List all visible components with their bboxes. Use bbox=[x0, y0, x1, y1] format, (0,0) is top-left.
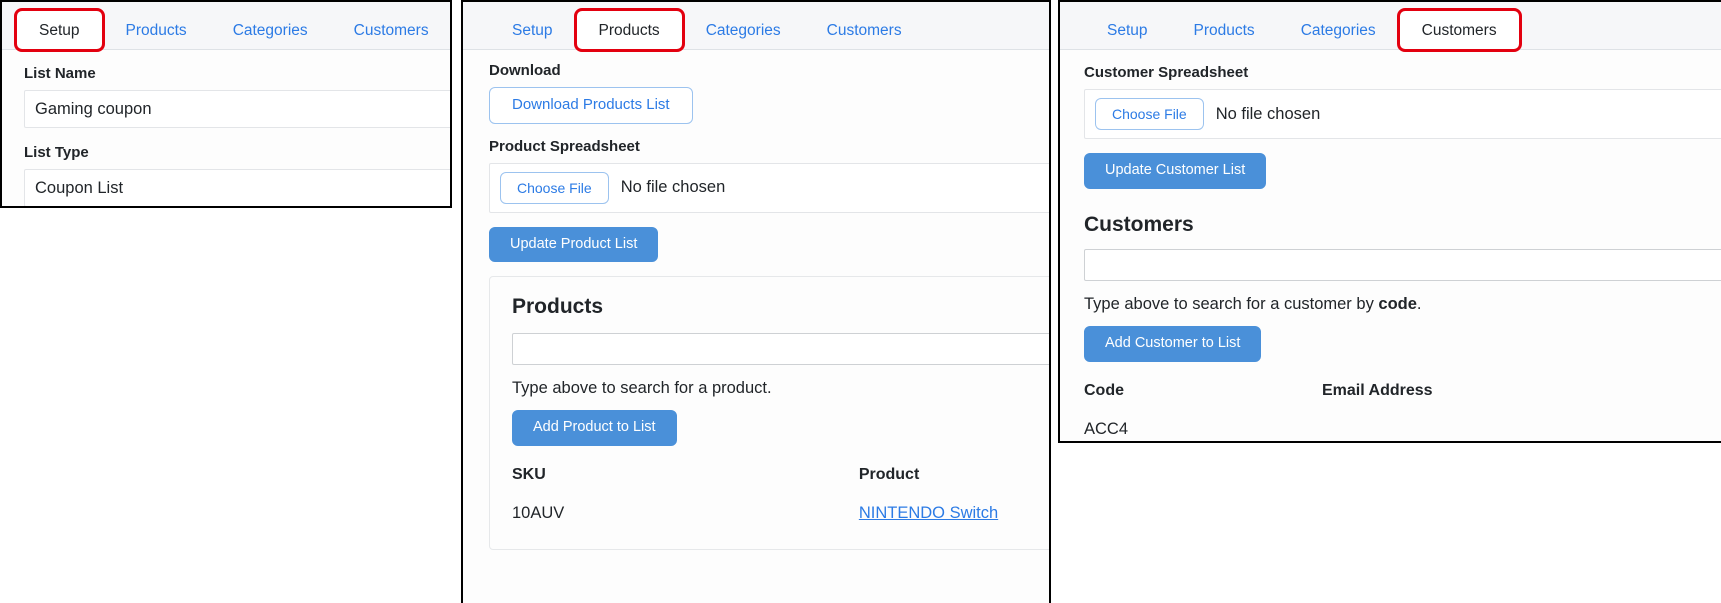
customer-spreadsheet-file-input[interactable]: Choose File No file chosen bbox=[1084, 89, 1721, 139]
product-spreadsheet-label: Product Spreadsheet bbox=[489, 137, 640, 155]
products-table: SKU Product 10AUV NINTENDO Switch bbox=[512, 464, 1049, 527]
column-header-sku: SKU bbox=[512, 466, 546, 484]
tab-customers[interactable]: Customers bbox=[804, 10, 925, 50]
products-card-title: Products bbox=[512, 295, 604, 319]
download-products-list-button[interactable]: Download Products List bbox=[489, 87, 693, 124]
customers-panel-body: Customer Spreadsheet Choose File No file… bbox=[1060, 50, 1721, 441]
table-row: 10AUV NINTENDO Switch bbox=[512, 500, 1049, 527]
column-header-email-address: Email Address bbox=[1322, 381, 1433, 399]
customer-search-hint: Type above to search for a customer by c… bbox=[1084, 295, 1721, 314]
list-name-field[interactable]: Gaming coupon bbox=[24, 90, 450, 128]
table-header-row: Code Email Address bbox=[1084, 380, 1721, 416]
cell-sku: 10AUV bbox=[512, 504, 565, 523]
table-header-row: SKU Product bbox=[512, 464, 1049, 500]
product-link[interactable]: NINTENDO Switch bbox=[859, 504, 998, 522]
hint-suffix: . bbox=[1416, 294, 1422, 313]
product-spreadsheet-file-input[interactable]: Choose File No file chosen bbox=[489, 162, 1049, 213]
table-row: ACC4 bbox=[1084, 416, 1721, 441]
column-header-code: Code bbox=[1084, 381, 1124, 399]
products-panel: Setup Products Categories Customers Down… bbox=[461, 0, 1051, 603]
no-file-chosen-text: No file chosen bbox=[1215, 104, 1321, 123]
customers-panel: Setup Products Categories Customers Cust… bbox=[1058, 0, 1721, 443]
tab-customers[interactable]: Customers bbox=[1396, 8, 1522, 52]
screenshot-stage: Setup Products Categories Customers List… bbox=[0, 0, 1721, 603]
customers-heading: Customers bbox=[1084, 212, 1194, 236]
update-product-list-button[interactable]: Update Product List bbox=[489, 226, 659, 263]
download-label: Download bbox=[489, 62, 561, 79]
column-header-product: Product bbox=[858, 466, 920, 484]
add-product-to-list-button[interactable]: Add Product to List bbox=[512, 410, 677, 447]
tab-categories[interactable]: Categories bbox=[1278, 10, 1399, 50]
update-customer-list-button[interactable]: Update Customer List bbox=[1084, 153, 1267, 189]
tab-categories[interactable]: Categories bbox=[210, 10, 331, 50]
tab-setup[interactable]: Setup bbox=[489, 10, 576, 50]
setup-panel-body: List Name Gaming coupon List Type Coupon… bbox=[2, 50, 450, 206]
tab-categories[interactable]: Categories bbox=[683, 10, 804, 50]
tab-products[interactable]: Products bbox=[573, 8, 685, 52]
setup-tabstrip: Setup Products Categories Customers bbox=[2, 2, 450, 52]
customer-search-input[interactable] bbox=[1084, 248, 1721, 281]
tab-setup[interactable]: Setup bbox=[1084, 10, 1171, 50]
cell-code: ACC4 bbox=[1084, 419, 1129, 438]
tab-products[interactable]: Products bbox=[1171, 10, 1278, 50]
products-panel-body: Download Download Products List Product … bbox=[463, 50, 1049, 603]
hint-prefix: Type above to search for a customer by bbox=[1084, 294, 1379, 313]
customer-spreadsheet-label: Customer Spreadsheet bbox=[1084, 64, 1249, 81]
list-type-label: List Type bbox=[24, 144, 89, 161]
tab-products[interactable]: Products bbox=[103, 10, 210, 50]
products-tabstrip: Setup Products Categories Customers bbox=[463, 2, 1049, 52]
cell-product: NINTENDO Switch bbox=[859, 500, 1049, 527]
list-name-label: List Name bbox=[24, 65, 96, 82]
tab-setup[interactable]: Setup bbox=[14, 8, 105, 52]
customers-table: Code Email Address ACC4 bbox=[1084, 380, 1721, 441]
cell-email bbox=[1322, 416, 1721, 441]
customers-tabstrip: Setup Products Categories Customers bbox=[1060, 2, 1721, 52]
choose-file-button[interactable]: Choose File bbox=[1095, 98, 1204, 130]
list-type-field[interactable]: Coupon List bbox=[24, 169, 450, 206]
add-customer-to-list-button[interactable]: Add Customer to List bbox=[1084, 325, 1262, 362]
no-file-chosen-text: No file chosen bbox=[620, 178, 726, 196]
products-card: Products Type above to search for a prod… bbox=[489, 276, 1049, 551]
product-search-input[interactable] bbox=[512, 333, 1049, 366]
hint-bold: code bbox=[1378, 294, 1417, 313]
tab-customers[interactable]: Customers bbox=[331, 10, 450, 50]
setup-panel: Setup Products Categories Customers List… bbox=[0, 0, 452, 208]
product-search-hint: Type above to search for a product. bbox=[512, 379, 772, 398]
choose-file-button[interactable]: Choose File bbox=[500, 171, 609, 204]
